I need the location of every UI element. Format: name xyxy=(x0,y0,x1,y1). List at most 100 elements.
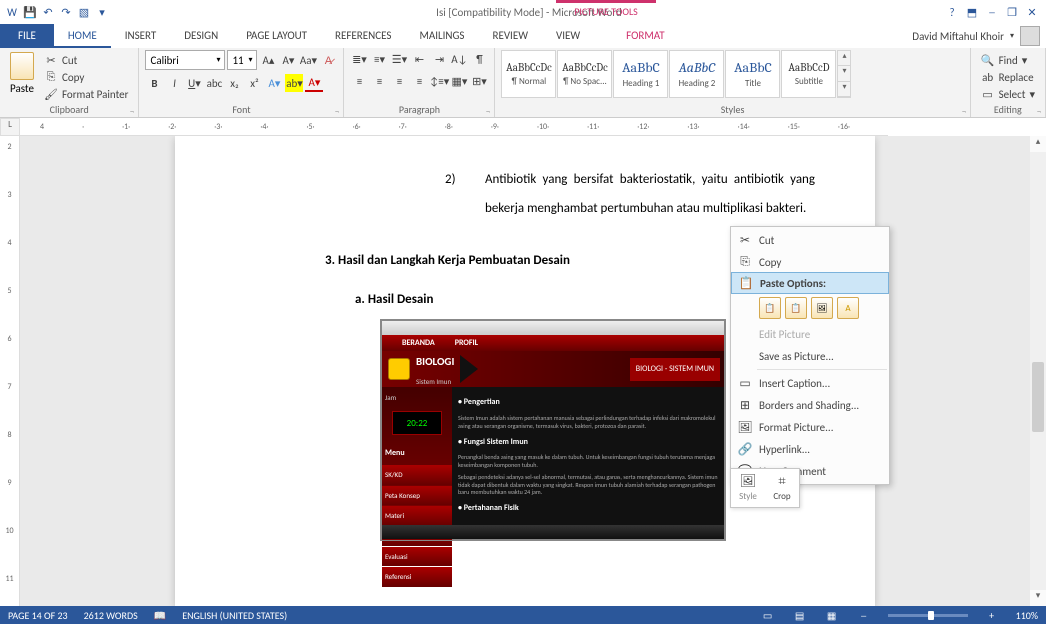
subscript-icon[interactable]: x₂ xyxy=(225,74,243,92)
horizontal-ruler[interactable]: 4··1··2··3··4··5··6··7··8··9··10··11··12… xyxy=(20,118,888,136)
paste-picture-icon[interactable]: 🖼 xyxy=(811,297,833,319)
ctx-cut[interactable]: ✂Cut xyxy=(731,229,889,251)
tab-file[interactable]: FILE xyxy=(0,24,54,48)
tab-references[interactable]: REFERENCES xyxy=(321,24,405,48)
selected-picture[interactable]: BERANDAPROFIL BIOLOGISistem Imun BIOLOGI… xyxy=(381,320,725,540)
ctx-save-as-picture[interactable]: Save as Picture... xyxy=(731,345,889,367)
redo-icon[interactable]: ↷ xyxy=(58,4,74,20)
zoom-in-icon[interactable]: + xyxy=(984,609,1000,622)
save-icon[interactable]: 💾 xyxy=(22,4,38,20)
grow-font-icon[interactable]: A▴ xyxy=(259,51,277,69)
tab-design[interactable]: DESIGN xyxy=(170,24,232,48)
paste-keep-source-icon[interactable]: 📋 xyxy=(759,297,781,319)
ctx-format-picture[interactable]: 🖼Format Picture... xyxy=(731,416,889,438)
view-print-icon[interactable]: ▤ xyxy=(792,609,808,622)
paste-merge-icon[interactable]: 📋 xyxy=(785,297,807,319)
paste-text-icon[interactable]: A xyxy=(837,297,859,319)
align-center-icon[interactable]: ≡ xyxy=(370,72,388,90)
style-normal[interactable]: AaBbCcDc¶ Normal xyxy=(501,50,556,98)
find-button[interactable]: 🔍Find ▾ xyxy=(977,52,1039,68)
restore-icon[interactable]: ❐ xyxy=(1004,4,1020,20)
style-heading2[interactable]: AaBbCHeading 2 xyxy=(669,50,724,98)
tab-page-layout[interactable]: PAGE LAYOUT xyxy=(232,24,321,48)
italic-icon[interactable]: I xyxy=(165,74,183,92)
scroll-up-icon[interactable]: ▴ xyxy=(1030,136,1046,152)
font-family-select[interactable]: Calibri▾ xyxy=(145,50,225,70)
tab-format[interactable]: FORMAT xyxy=(612,24,678,48)
minimize-icon[interactable]: ─ xyxy=(984,4,1000,20)
align-right-icon[interactable]: ≡ xyxy=(390,72,408,90)
view-web-icon[interactable]: ▦ xyxy=(824,609,840,622)
style-subtitle[interactable]: AaBbCcDSubtitle xyxy=(781,50,836,98)
ctx-paste-options[interactable]: 📋Paste Options: xyxy=(731,272,889,294)
align-left-icon[interactable]: ≡ xyxy=(350,72,368,90)
undo-icon[interactable]: ↶ xyxy=(40,4,56,20)
style-title[interactable]: AaBbCTitle xyxy=(725,50,780,98)
superscript-icon[interactable]: x² xyxy=(245,74,263,92)
status-page[interactable]: PAGE 14 OF 23 xyxy=(8,609,68,622)
status-proofing-icon[interactable]: 📖 xyxy=(154,609,166,622)
tab-mailings[interactable]: MAILINGS xyxy=(405,24,478,48)
ctx-insert-caption[interactable]: ▭Insert Caption... xyxy=(731,372,889,394)
user-area[interactable]: David Miftahul Khoir▾ xyxy=(912,26,1046,46)
paragraph-text[interactable]: Antibiotik yang bersifat bakteriostatik,… xyxy=(485,166,815,223)
change-case-icon[interactable]: Aa▾ xyxy=(299,51,317,69)
justify-icon[interactable]: ≡ xyxy=(410,72,428,90)
close-icon[interactable]: ✕ xyxy=(1024,4,1040,20)
bold-icon[interactable]: B xyxy=(145,74,163,92)
zoom-out-icon[interactable]: ─ xyxy=(856,609,872,622)
select-button[interactable]: ▭Select ▾ xyxy=(977,86,1039,102)
styles-gallery[interactable]: AaBbCcDc¶ Normal AaBbCcDc¶ No Spac... Aa… xyxy=(501,50,851,98)
vertical-scrollbar[interactable]: ▴ ▾ xyxy=(1030,136,1046,606)
zoom-level[interactable]: 110% xyxy=(1016,609,1038,622)
underline-icon[interactable]: U▾ xyxy=(185,74,203,92)
increase-indent-icon[interactable]: ⇥ xyxy=(430,50,448,68)
view-read-icon[interactable]: ▭ xyxy=(760,609,776,622)
gallery-scroll[interactable]: ▴▾▾ xyxy=(837,50,851,98)
scroll-down-icon[interactable]: ▾ xyxy=(1030,590,1046,606)
scroll-thumb[interactable] xyxy=(1032,362,1044,432)
status-words[interactable]: 2612 WORDS xyxy=(84,609,138,622)
line-spacing-icon[interactable]: ↕≡▾ xyxy=(430,72,448,90)
zoom-slider[interactable] xyxy=(888,614,968,617)
font-size-select[interactable]: 11▾ xyxy=(227,50,257,70)
numbering-icon[interactable]: ≡▾ xyxy=(370,50,388,68)
replace-button[interactable]: abReplace xyxy=(977,69,1039,85)
status-language[interactable]: ENGLISH (UNITED STATES) xyxy=(182,609,287,622)
ctx-hyperlink[interactable]: 🔗Hyperlink... xyxy=(731,438,889,460)
ctx-borders-shading[interactable]: ⊞Borders and Shading... xyxy=(731,394,889,416)
sort-icon[interactable]: A↓ xyxy=(450,50,468,68)
highlight-icon[interactable]: ab▾ xyxy=(285,74,303,92)
mini-crop[interactable]: ⌗Crop xyxy=(765,469,799,507)
tab-view[interactable]: VIEW xyxy=(542,24,594,48)
text-effects-icon[interactable]: A▾ xyxy=(265,74,283,92)
caption-icon: ▭ xyxy=(737,375,753,391)
ctx-copy[interactable]: ⎘Copy xyxy=(731,251,889,273)
borders-icon[interactable]: ⊞▾ xyxy=(470,72,488,90)
decrease-indent-icon[interactable]: ⇤ xyxy=(410,50,428,68)
cut-button[interactable]: ✂Cut xyxy=(40,52,132,68)
bullets-icon[interactable]: ≣▾ xyxy=(350,50,368,68)
ribbon-display-icon[interactable]: ⬒ xyxy=(964,4,980,20)
shrink-font-icon[interactable]: A▾ xyxy=(279,51,297,69)
qat-dropdown-icon[interactable]: ▾ xyxy=(94,4,110,20)
show-marks-icon[interactable]: ¶ xyxy=(470,50,488,68)
format-painter-button[interactable]: 🖌Format Painter xyxy=(40,86,132,102)
shading-icon[interactable]: ▦▾ xyxy=(450,72,468,90)
user-avatar[interactable] xyxy=(1020,26,1040,46)
ruler-corner[interactable]: L xyxy=(0,118,20,136)
copy-button[interactable]: ⎘Copy xyxy=(40,69,132,85)
font-color-icon[interactable]: A▾ xyxy=(305,74,323,92)
style-heading1[interactable]: AaBbCHeading 1 xyxy=(613,50,668,98)
strikethrough-icon[interactable]: abc xyxy=(205,74,223,92)
paste-button[interactable]: Paste xyxy=(6,50,38,97)
qat-item-icon[interactable]: ▧ xyxy=(76,4,92,20)
help-icon[interactable]: ? xyxy=(944,4,960,20)
vertical-ruler[interactable]: 234567891011 xyxy=(0,136,20,606)
style-nospacing[interactable]: AaBbCcDc¶ No Spac... xyxy=(557,50,612,98)
tab-home[interactable]: HOME xyxy=(54,24,111,48)
multilevel-icon[interactable]: ☰▾ xyxy=(390,50,408,68)
tab-insert[interactable]: INSERT xyxy=(111,24,171,48)
tab-review[interactable]: REVIEW xyxy=(478,24,542,48)
clear-formatting-icon[interactable]: A̷ xyxy=(319,51,337,69)
